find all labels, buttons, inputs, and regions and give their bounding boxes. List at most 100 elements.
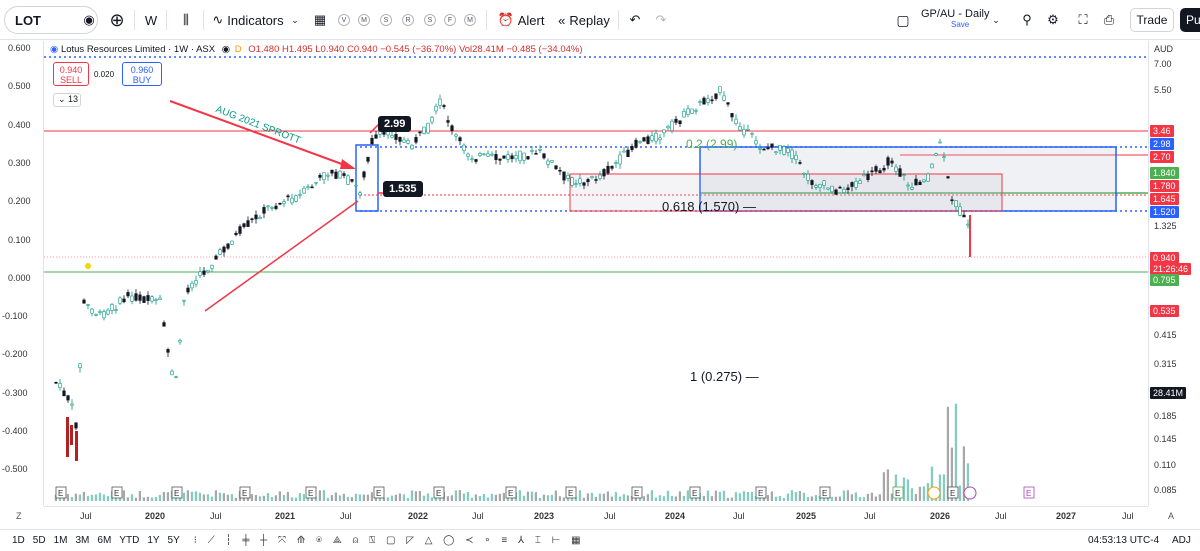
volume-bar bbox=[714, 490, 717, 501]
replay-label: Replay bbox=[569, 12, 610, 28]
chevron-down-icon[interactable]: ⌄ bbox=[990, 6, 1002, 34]
chart-type-icon[interactable]: ⫼ bbox=[176, 6, 196, 34]
layouts-grid-icon[interactable]: ▦ bbox=[310, 6, 330, 34]
price-label-low[interactable]: 1.535 bbox=[383, 181, 423, 197]
candle-body bbox=[522, 152, 526, 161]
camera-icon[interactable]: ⎙ bbox=[1100, 6, 1118, 34]
redo-icon[interactable]: ↷ bbox=[652, 6, 670, 34]
quick-search-icon[interactable]: ⚲ bbox=[1018, 6, 1036, 34]
price-tag[interactable]: 2.98 bbox=[1150, 138, 1174, 150]
legend-ohlc: O1.480 H1.495 L0.940 C0.940 −0.545 (−36.… bbox=[248, 44, 583, 55]
range-button-5d[interactable]: 5D bbox=[29, 535, 50, 546]
volume-bar bbox=[558, 496, 561, 501]
interval-button[interactable]: W bbox=[142, 6, 160, 34]
candle-body bbox=[126, 292, 130, 297]
candle-body bbox=[582, 182, 586, 186]
adjust-toggle[interactable]: ADJ bbox=[1172, 535, 1191, 546]
fib-level-0618[interactable]: 0.618 (1.570) — bbox=[662, 199, 756, 214]
price-tag[interactable]: 0.535 bbox=[1150, 305, 1179, 317]
price-tag[interactable]: 0.795 bbox=[1150, 274, 1179, 286]
volume-bar bbox=[858, 497, 861, 501]
eye-icon[interactable]: ◉ bbox=[222, 44, 230, 55]
volume-bar bbox=[750, 491, 753, 501]
price-label-high[interactable]: 2.99 bbox=[378, 116, 412, 132]
range-button-ytd[interactable]: YTD bbox=[115, 535, 143, 546]
layout-letter-s[interactable]: S bbox=[380, 14, 392, 26]
volume-bar bbox=[494, 494, 497, 501]
range-button-6m[interactable]: 6M bbox=[93, 535, 115, 546]
layout-letter-v[interactable]: V bbox=[338, 14, 350, 26]
range-button-1m[interactable]: 1M bbox=[50, 535, 72, 546]
undo-icon[interactable]: ↶ bbox=[626, 6, 644, 34]
candle-body bbox=[314, 181, 318, 184]
z-icon[interactable]: Z bbox=[16, 511, 22, 521]
replay-button[interactable]: « Replay bbox=[556, 6, 612, 34]
price-tag[interactable]: 1.520 bbox=[1150, 206, 1179, 218]
range-button-1d[interactable]: 1D bbox=[8, 535, 29, 546]
candle-body bbox=[622, 150, 626, 153]
sell-button[interactable]: 0.940 SELL bbox=[53, 62, 89, 86]
volume-bar bbox=[322, 490, 325, 501]
right-axis-label: 7.00 bbox=[1154, 59, 1172, 69]
volume-bar bbox=[586, 493, 589, 501]
volume-bar bbox=[334, 492, 337, 501]
indicators-collapse-button[interactable]: ⌄ 13 bbox=[53, 93, 81, 107]
price-tag[interactable]: 28.41M bbox=[1150, 387, 1187, 399]
candle-body bbox=[538, 149, 542, 151]
time-axis-label: 2026 bbox=[930, 511, 951, 521]
range-button-1y[interactable]: 1Y bbox=[143, 535, 163, 546]
trade-button[interactable]: Trade bbox=[1130, 8, 1174, 32]
currency-label[interactable]: AUD bbox=[1154, 44, 1173, 54]
fullscreen-icon[interactable]: ⛶ bbox=[1074, 6, 1092, 34]
candle-body bbox=[810, 180, 814, 185]
volume-bar bbox=[270, 496, 273, 501]
fib-level-02[interactable]: 0.2 (2.99) bbox=[686, 137, 737, 151]
compare-add-icon[interactable]: ⊕ bbox=[106, 6, 128, 34]
chevron-down-icon[interactable]: ⌄ bbox=[290, 6, 300, 34]
candle-body bbox=[78, 363, 82, 369]
layout-letter-m2[interactable]: M bbox=[464, 14, 476, 26]
volume-bar bbox=[386, 497, 389, 501]
price-tag[interactable]: 1.840 bbox=[1150, 167, 1179, 179]
candle-body bbox=[490, 153, 494, 156]
layout-letter-m[interactable]: M bbox=[358, 14, 370, 26]
volume-bar bbox=[426, 493, 429, 501]
dividend-event-icon bbox=[963, 486, 977, 500]
buy-button[interactable]: 0.960 BUY bbox=[122, 62, 162, 86]
volume-bar bbox=[518, 490, 521, 501]
candle-body bbox=[826, 187, 830, 190]
clock-display[interactable]: 04:53:13 UTC-4 bbox=[1088, 535, 1159, 546]
volume-bar bbox=[406, 497, 409, 501]
volume-bar bbox=[790, 490, 793, 501]
volume-bar bbox=[454, 490, 457, 501]
volume-bar bbox=[534, 492, 537, 501]
layout-letter-f[interactable]: F bbox=[444, 14, 456, 26]
publish-button[interactable]: Pu bbox=[1180, 8, 1200, 32]
price-tag[interactable]: 2.70 bbox=[1150, 151, 1174, 163]
candle-body bbox=[174, 376, 178, 378]
price-tag[interactable]: 3.46 bbox=[1150, 125, 1174, 137]
candle-body bbox=[146, 295, 150, 301]
candle-body bbox=[754, 140, 758, 145]
fib-level-1[interactable]: 1 (0.275) — bbox=[690, 369, 759, 384]
indicators-button[interactable]: ∿ Indicators bbox=[212, 6, 284, 34]
candle-body bbox=[882, 167, 886, 171]
symbol-options-icon[interactable]: ◉ bbox=[80, 6, 98, 34]
candle-body bbox=[834, 189, 838, 195]
volume-bar bbox=[922, 486, 925, 501]
layout-letter-r[interactable]: R bbox=[402, 14, 414, 26]
alert-button[interactable]: ⏰ Alert bbox=[496, 6, 546, 34]
price-chart[interactable]: EEEEEEEEEEEEEEEE bbox=[0, 41, 1200, 506]
layout-letter-s2[interactable]: S bbox=[424, 14, 436, 26]
indicator-count: 13 bbox=[68, 94, 79, 104]
time-axis-label: Jul bbox=[733, 511, 745, 521]
volume-bar bbox=[430, 497, 433, 501]
settings-gear-icon[interactable]: ⚙ bbox=[1044, 6, 1062, 34]
range-button-5y[interactable]: 5Y bbox=[164, 535, 184, 546]
price-tag[interactable]: 1.645 bbox=[1150, 193, 1179, 205]
volume-bar bbox=[362, 494, 365, 501]
drawing-tools-strip[interactable]: ⁝ ⟋ ┆ ╪ ┼ ⤧ ⟰ ⍟ ⟁ ⍝ ⍂ ▢ ◸ △ ◯ ≺ ∘ ≡ ⅄ ⌶ … bbox=[194, 535, 585, 546]
range-button-3m[interactable]: 3M bbox=[72, 535, 94, 546]
price-tag[interactable]: 1.780 bbox=[1150, 180, 1179, 192]
a-icon[interactable]: A bbox=[1168, 511, 1174, 521]
